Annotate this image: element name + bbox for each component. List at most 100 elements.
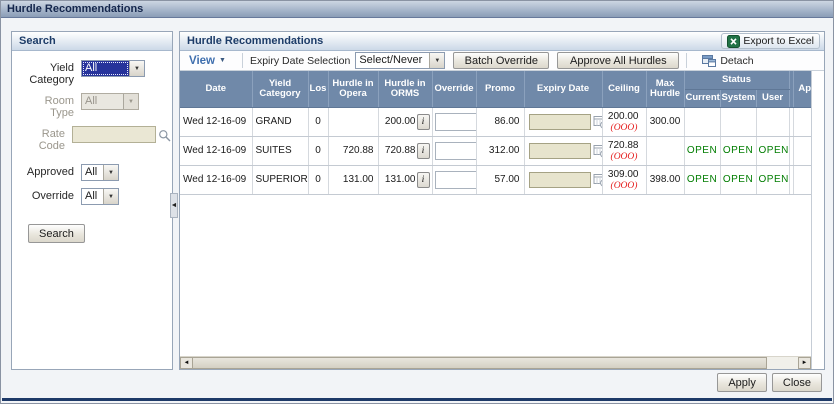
approved-select[interactable]: All ▼: [81, 164, 119, 181]
expiry-date-selection-value: Select/Never: [359, 54, 423, 66]
column-header-status-user: User: [756, 88, 790, 108]
batch-override-button[interactable]: Batch Override: [453, 52, 550, 69]
search-magnifier-icon[interactable]: [158, 129, 172, 143]
table-header-row: Date Yield Category Los Hurdle in Opera …: [180, 71, 811, 108]
chevron-down-icon[interactable]: ▼: [103, 189, 118, 204]
cell-status-current: OPEN: [684, 165, 721, 195]
expiry-date-input[interactable]: [528, 171, 591, 188]
status-system-value: OPEN: [722, 145, 754, 156]
export-to-excel-button[interactable]: Export to Excel: [721, 33, 820, 49]
search-panel: Search Yield Category All ▼ Room Type Al…: [11, 31, 173, 370]
cell-hurdle-opera: 720.88: [328, 136, 379, 166]
approve-all-hurdles-button[interactable]: Approve All Hurdles: [557, 52, 680, 69]
cell-yield-category: SUITES: [252, 136, 309, 166]
cell-approved: [793, 136, 811, 166]
ceiling-ooo-note: (OOO): [610, 151, 638, 162]
date-picker-icon[interactable]: [593, 115, 601, 129]
room-type-row: Room Type All ▼: [12, 93, 172, 119]
cell-promo: 312.00: [476, 136, 525, 166]
yield-category-select[interactable]: All ▼: [81, 60, 145, 77]
cell-override: [432, 165, 477, 195]
hurdle-orms-value: 131.00: [384, 174, 416, 185]
cell-approved: [793, 107, 811, 137]
cell-approved: [793, 165, 811, 195]
hurdle-panel-title: Hurdle Recommendations: [187, 35, 324, 47]
search-panel-header: Search: [12, 32, 172, 51]
cell-yield-category: SUPERIOR: [252, 165, 309, 195]
cell-max-hurdle: [646, 136, 685, 166]
info-button[interactable]: i: [416, 171, 430, 188]
override-row: Override All ▼: [12, 188, 172, 205]
cell-ceiling: 720.88 (OOO): [602, 136, 647, 166]
chevron-down-icon[interactable]: ▼: [429, 53, 445, 68]
override-input[interactable]: [434, 141, 475, 160]
column-header-los: Los: [308, 71, 329, 108]
cell-date: Wed 12-16-09: [180, 136, 253, 166]
cell-expiry-date: [524, 107, 603, 137]
cell-ceiling: 200.00 (OOO): [602, 107, 647, 137]
cell-status-system: OPEN: [720, 165, 757, 195]
scrollbar-trough[interactable]: [767, 357, 798, 369]
column-header-status-current: Current: [684, 88, 721, 108]
info-button[interactable]: i: [416, 113, 430, 130]
column-header-ceiling: Ceiling: [602, 71, 647, 108]
search-form: Yield Category All ▼ Room Type All ▼ Rat…: [12, 51, 172, 243]
close-button[interactable]: Close: [771, 373, 822, 392]
chevron-down-icon[interactable]: ▼: [103, 165, 118, 180]
search-button[interactable]: Search: [28, 224, 85, 243]
date-picker-icon[interactable]: [593, 173, 601, 187]
horizontal-scrollbar[interactable]: ◄ ►: [180, 356, 811, 369]
table-row: Wed 12-16-09 SUPERIOR 0 131.00 131.00 i: [180, 165, 811, 195]
detach-button[interactable]: Detach: [702, 54, 754, 67]
expiry-date-input[interactable]: [528, 113, 591, 130]
view-menu-button[interactable]: View ▼: [186, 55, 235, 67]
cell-promo: 57.00: [476, 165, 525, 195]
rate-code-label: Rate Code: [38, 128, 65, 152]
cell-status-current: OPEN: [684, 136, 721, 166]
rate-code-row: Rate Code: [12, 126, 172, 152]
apply-button[interactable]: Apply: [717, 373, 767, 392]
view-menu-label: View: [189, 54, 215, 67]
column-header-approved-clipped: Approved: [793, 71, 811, 108]
hurdle-table: Date Yield Category Los Hurdle in Opera …: [180, 71, 811, 195]
detach-label: Detach: [720, 54, 754, 67]
table-viewport: Date Yield Category Los Hurdle in Opera …: [180, 71, 811, 356]
column-header-expiry-date: Expiry Date: [524, 71, 603, 108]
panel-splitter-collapse[interactable]: ◄: [170, 193, 178, 218]
chevron-down-icon: ▼: [123, 94, 138, 109]
column-header-max-hurdle: Max Hurdle: [646, 71, 685, 108]
expiry-date-selection-select[interactable]: Select/Never ▼: [355, 52, 446, 69]
table-toolbar: View ▼ Expiry Date Selection Select/Neve…: [180, 51, 824, 71]
cell-expiry-date: [524, 165, 603, 195]
column-header-promo: Promo: [476, 71, 525, 108]
room-type-label: Room Type: [44, 95, 74, 119]
ceiling-value: 200.00: [607, 110, 639, 122]
cell-status-user: OPEN: [756, 136, 790, 166]
hurdle-orms-value: 200.00: [384, 116, 416, 127]
cell-hurdle-opera: 131.00: [328, 165, 379, 195]
status-user-value: OPEN: [758, 174, 789, 185]
rate-code-field-group: [72, 126, 172, 143]
scrollbar-thumb[interactable]: [193, 357, 767, 369]
room-type-select: All ▼: [81, 93, 139, 110]
info-button[interactable]: i: [416, 142, 430, 159]
date-picker-icon[interactable]: [593, 144, 601, 158]
cell-los: 0: [308, 136, 329, 166]
cell-yield-category: GRAND: [252, 107, 309, 137]
scroll-left-arrow-icon[interactable]: ◄: [180, 357, 193, 369]
scroll-right-arrow-icon[interactable]: ►: [798, 357, 811, 369]
excel-icon: [727, 34, 741, 48]
override-input[interactable]: [434, 170, 475, 189]
table-area: Date Yield Category Los Hurdle in Opera …: [180, 71, 812, 369]
override-select[interactable]: All ▼: [81, 188, 119, 205]
cell-status-system: [720, 107, 757, 137]
approved-label: Approved: [26, 166, 74, 178]
rate-code-input[interactable]: [72, 126, 156, 143]
expiry-date-input[interactable]: [528, 142, 591, 159]
ceiling-value: 720.88: [607, 139, 639, 151]
chevron-down-icon[interactable]: ▼: [129, 61, 144, 76]
ceiling-ooo-note: (OOO): [610, 122, 638, 133]
footer-button-bar: Apply Close: [717, 373, 822, 392]
override-input[interactable]: [434, 112, 475, 131]
search-panel-title: Search: [19, 35, 56, 47]
